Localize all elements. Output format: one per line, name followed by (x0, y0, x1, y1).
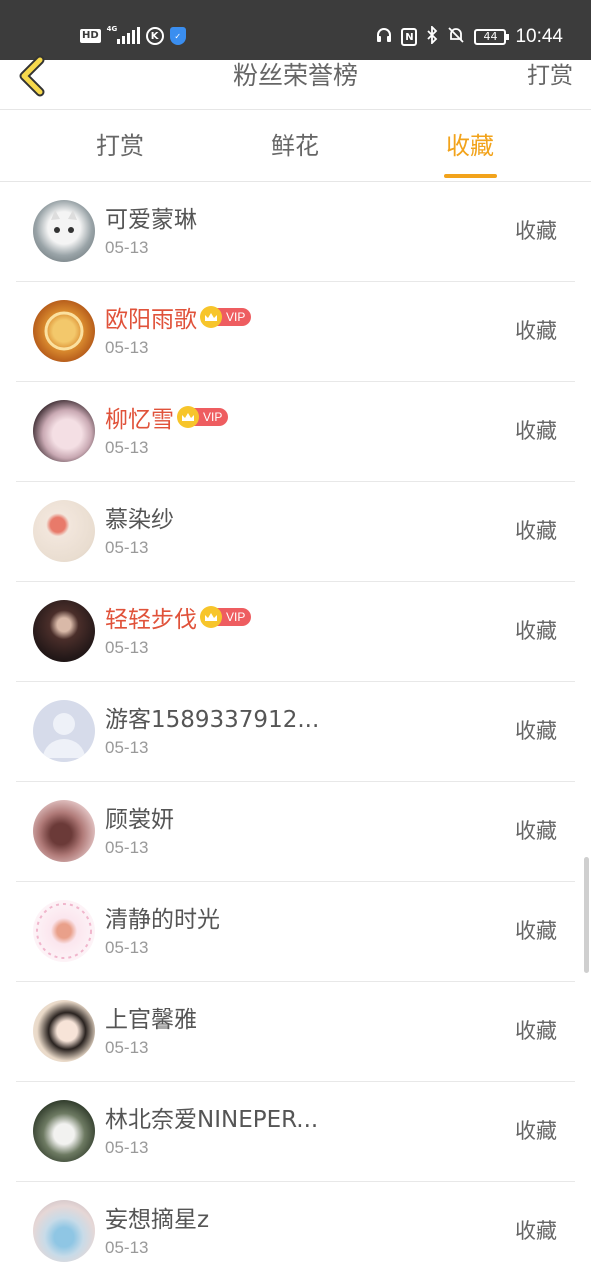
clock: 10:44 (515, 26, 563, 47)
fan-name: 妄想摘星z (105, 1207, 210, 1233)
fan-name: 游客1589337912... (105, 707, 320, 733)
action-label: 收藏 (515, 1019, 557, 1043)
fan-date: 05-13 (105, 638, 149, 657)
tab-reward[interactable]: 打赏 (90, 110, 150, 182)
white-dress-avatar[interactable] (33, 1100, 95, 1162)
active-tab-indicator (444, 174, 497, 178)
nfc-icon: N (401, 28, 418, 46)
list-item[interactable]: 轻轻步伐 VIP 05-13 收藏 (0, 582, 591, 682)
hd-icon: HD (80, 29, 101, 43)
headphones-icon (376, 27, 392, 48)
k-app-icon: K (145, 27, 164, 45)
crown-icon (177, 406, 199, 428)
status-left: HD 4G K ✓ (80, 24, 186, 48)
vip-badge: VIP (200, 606, 252, 628)
default-user-avatar[interactable] (33, 700, 95, 762)
action-label: 收藏 (515, 219, 557, 243)
battery-icon: 44 (474, 29, 510, 45)
action-label: 收藏 (515, 319, 557, 343)
fan-date: 05-13 (105, 738, 149, 757)
app-header: 粉丝荣誉榜 打赏 (0, 55, 591, 110)
fan-name: 慕染纱 (105, 507, 174, 533)
flower-girl-avatar[interactable] (33, 1000, 95, 1062)
kitten-avatar[interactable] (33, 200, 95, 262)
fan-date: 05-13 (105, 838, 149, 857)
fruit-avatar[interactable] (33, 500, 95, 562)
list-item[interactable]: 上官馨雅 05-13 收藏 (0, 982, 591, 1082)
list-item[interactable]: 可爱蒙琳 05-13 收藏 (0, 182, 591, 282)
list-item[interactable]: 游客1589337912... 05-13 收藏 (0, 682, 591, 782)
action-label: 收藏 (515, 619, 557, 643)
shield-icon: ✓ (169, 27, 186, 45)
fan-name: 林北奈爱NINEPER... (105, 1107, 319, 1133)
cartoon-avatar[interactable] (33, 900, 95, 962)
scrollbar[interactable] (584, 857, 589, 973)
action-label: 收藏 (515, 519, 557, 543)
mute-bell-icon (447, 26, 465, 49)
action-label: 收藏 (515, 1119, 557, 1143)
fan-name: 柳忆雪 (105, 407, 174, 433)
reward-button[interactable]: 打赏 (527, 60, 573, 92)
signal-icon: 4G (106, 25, 140, 44)
girl-avatar[interactable] (33, 400, 95, 462)
action-label: 收藏 (515, 819, 557, 843)
fan-name: 欧阳雨歌 (105, 307, 197, 333)
pie-avatar[interactable] (33, 300, 95, 362)
vip-badge: VIP (177, 406, 229, 428)
status-right: N 44 10:44 (376, 24, 563, 50)
fan-date: 05-13 (105, 438, 149, 457)
list-item[interactable]: 顾裳妍 05-13 收藏 (0, 782, 591, 882)
bluetooth-icon (426, 24, 438, 49)
fan-date: 05-13 (105, 1138, 149, 1157)
fan-date: 05-13 (105, 1038, 149, 1057)
page-title: 粉丝荣誉榜 (232, 61, 358, 90)
list-item[interactable]: 妄想摘星z 05-13 收藏 (0, 1182, 591, 1280)
fan-name: 顾裳妍 (105, 807, 174, 833)
list-item[interactable]: 柳忆雪 VIP 05-13 收藏 (0, 382, 591, 482)
action-label: 收藏 (515, 419, 557, 443)
network-label: 4G (106, 25, 118, 33)
action-label: 收藏 (515, 1219, 557, 1243)
user-silhouette-icon (43, 713, 85, 758)
list-item[interactable]: 林北奈爱NINEPER... 05-13 收藏 (0, 1082, 591, 1182)
fan-date: 05-13 (105, 338, 149, 357)
fan-name: 可爱蒙琳 (105, 207, 197, 233)
list-item[interactable]: 欧阳雨歌 VIP 05-13 收藏 (0, 282, 591, 382)
fan-date: 05-13 (105, 1238, 149, 1257)
action-label: 收藏 (515, 719, 557, 743)
fan-date: 05-13 (105, 938, 149, 957)
fan-date: 05-13 (105, 238, 149, 257)
dark-portrait-avatar[interactable] (33, 600, 95, 662)
blue-girl-avatar[interactable] (33, 1200, 95, 1262)
tab-flowers[interactable]: 鲜花 (265, 110, 325, 182)
action-label: 收藏 (515, 919, 557, 943)
crown-icon (200, 306, 222, 328)
tab-bar: 打赏 鲜花 收藏 (0, 110, 591, 182)
list-item[interactable]: 慕染纱 05-13 收藏 (0, 482, 591, 582)
fan-name: 轻轻步伐 (105, 607, 197, 633)
fan-date: 05-13 (105, 538, 149, 557)
status-bar: HD 4G K ✓ N 44 10:44 (0, 0, 591, 60)
fan-name: 上官馨雅 (105, 1007, 197, 1033)
fan-list: 可爱蒙琳 05-13 收藏 欧阳雨歌 VIP 05-13 收藏 柳忆雪 VIP … (0, 182, 591, 1280)
fan-name: 清静的时光 (105, 907, 220, 933)
crown-icon (200, 606, 222, 628)
tab-favorites[interactable]: 收藏 (440, 110, 500, 182)
list-item[interactable]: 清静的时光 05-13 收藏 (0, 882, 591, 982)
vip-badge: VIP (200, 306, 252, 328)
heart-avatar[interactable] (33, 800, 95, 862)
